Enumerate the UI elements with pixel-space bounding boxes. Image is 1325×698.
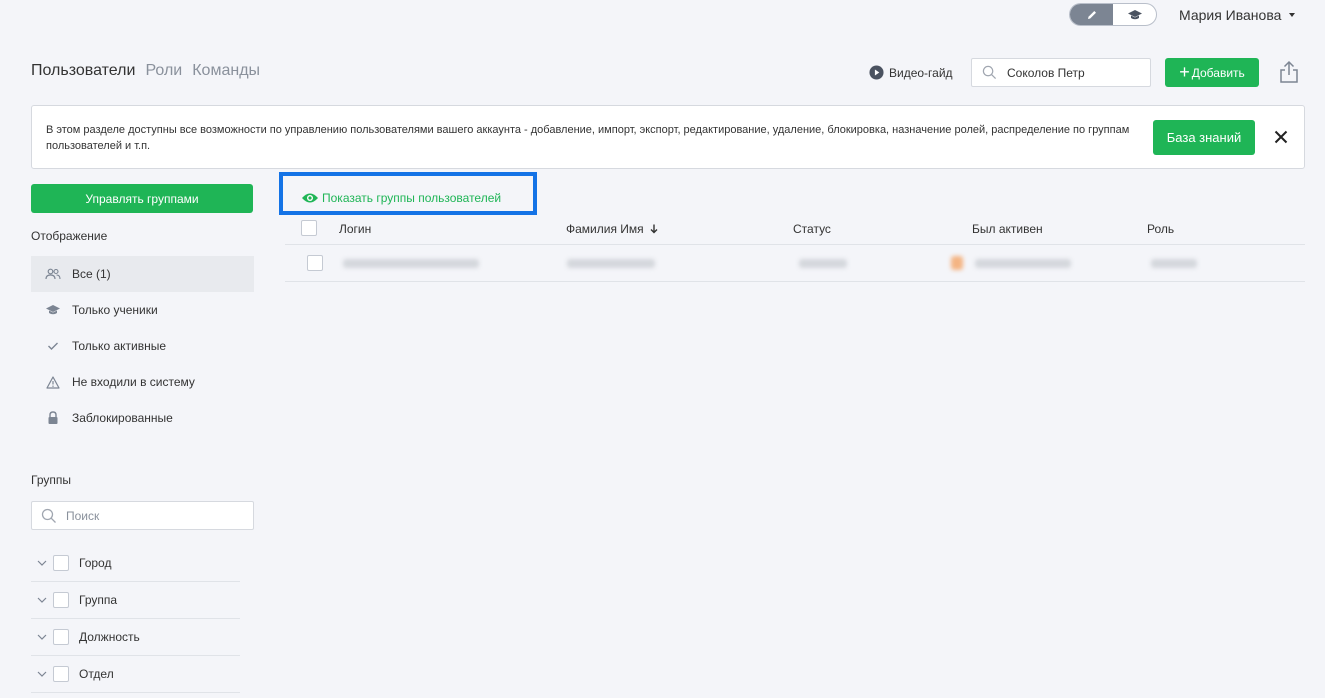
redacted-avatar	[951, 256, 963, 270]
play-icon	[869, 65, 884, 80]
warning-icon	[45, 375, 61, 389]
groups-title: Группы	[31, 473, 71, 487]
filter-blocked-label: Заблокированные	[72, 411, 173, 425]
table-row[interactable]	[285, 245, 1305, 282]
filter-never-logged[interactable]: Не входили в систему	[31, 364, 254, 400]
search-icon	[41, 508, 56, 523]
redacted-last-active	[975, 259, 1071, 268]
filter-all[interactable]: Все (1)	[31, 256, 254, 292]
knowledge-base-button[interactable]: База знаний	[1153, 120, 1255, 155]
users-icon	[45, 268, 61, 280]
graduation-cap-icon	[1127, 9, 1142, 19]
mode-learn-button[interactable]	[1113, 4, 1156, 25]
close-icon	[1274, 130, 1288, 144]
groups-search-input[interactable]: Поиск	[31, 501, 254, 530]
section-tabs: Пользователи Роли Команды	[31, 62, 260, 80]
show-groups-label: Показать группы пользователей	[322, 191, 502, 205]
arrow-down-icon	[650, 224, 658, 234]
lock-icon	[45, 411, 61, 425]
share-icon	[1280, 60, 1298, 83]
users-table-header: Логин Фамилия Имя Статус Был активен Рол…	[285, 212, 1305, 245]
manage-groups-button[interactable]: Управлять группами	[31, 184, 253, 213]
video-guide-link[interactable]: Видео-гайд	[869, 65, 953, 80]
tab-users[interactable]: Пользователи	[31, 62, 135, 80]
group-checkbox[interactable]	[53, 629, 69, 645]
column-name[interactable]: Фамилия Имя	[566, 222, 658, 236]
close-banner-button[interactable]	[1274, 130, 1288, 147]
show-groups-toggle[interactable]: Показать группы пользователей	[301, 191, 501, 205]
group-item-department[interactable]: Отдел	[31, 656, 240, 693]
user-search-value: Соколов Петр	[1007, 65, 1085, 80]
tab-teams[interactable]: Команды	[192, 62, 260, 80]
select-all-checkbox[interactable]	[301, 220, 317, 236]
info-banner: В этом разделе доступны все возможности …	[31, 105, 1305, 169]
display-title: Отображение	[31, 229, 108, 243]
check-icon	[45, 341, 61, 351]
filter-students-label: Только ученики	[72, 303, 158, 317]
eye-icon	[302, 193, 318, 203]
group-checkbox[interactable]	[53, 666, 69, 682]
group-item-label: Город	[79, 556, 112, 570]
user-menu[interactable]: Мария Иванова	[1179, 7, 1296, 23]
column-login[interactable]: Логин	[339, 222, 371, 236]
user-search-input[interactable]: Соколов Петр	[971, 58, 1151, 87]
redacted-role	[1151, 259, 1197, 268]
add-user-label: Добавить	[1191, 65, 1245, 80]
filter-active[interactable]: Только активные	[31, 328, 254, 364]
group-checkbox[interactable]	[53, 555, 69, 571]
add-user-button[interactable]: + Добавить	[1165, 58, 1259, 87]
pencil-icon	[1087, 10, 1096, 19]
export-button[interactable]	[1278, 60, 1300, 87]
filter-students[interactable]: Только ученики	[31, 292, 254, 328]
filter-all-label: Все (1)	[72, 267, 111, 281]
group-item-label: Должность	[79, 630, 140, 644]
show-groups-highlight: Показать группы пользователей	[279, 172, 537, 215]
chevron-down-icon[interactable]	[37, 671, 47, 677]
redacted-login	[343, 259, 479, 268]
chevron-down-icon	[1289, 13, 1296, 17]
user-name: Мария Иванова	[1179, 7, 1282, 23]
column-name-label: Фамилия Имя	[566, 222, 644, 236]
groups-list: Город Группа Должность Отдел	[31, 545, 240, 693]
chevron-down-icon[interactable]	[37, 597, 47, 603]
search-icon	[982, 65, 997, 80]
redacted-status	[799, 259, 847, 268]
group-item-label: Группа	[79, 593, 118, 607]
chevron-down-icon[interactable]	[37, 560, 47, 566]
mode-edit-button[interactable]	[1070, 4, 1113, 25]
video-guide-label: Видео-гайд	[889, 65, 953, 80]
group-item-label: Отдел	[79, 667, 114, 681]
groups-search-placeholder: Поиск	[66, 508, 100, 523]
tab-roles[interactable]: Роли	[145, 62, 182, 80]
plus-icon: +	[1179, 61, 1190, 82]
column-last-active[interactable]: Был активен	[972, 222, 1043, 236]
filter-active-label: Только активные	[72, 339, 167, 353]
group-item-city[interactable]: Город	[31, 545, 240, 582]
info-banner-text: В этом разделе доступны все возможности …	[46, 124, 1130, 152]
group-item-position[interactable]: Должность	[31, 619, 240, 656]
filter-blocked[interactable]: Заблокированные	[31, 400, 254, 436]
filter-never-logged-label: Не входили в систему	[72, 375, 195, 389]
graduation-cap-icon	[45, 304, 61, 316]
redacted-name	[567, 259, 655, 268]
mode-toggle[interactable]	[1069, 3, 1157, 26]
group-item-group[interactable]: Группа	[31, 582, 240, 619]
column-role[interactable]: Роль	[1147, 222, 1174, 236]
display-filter-list: Все (1) Только ученики Только активные Н…	[31, 256, 254, 436]
column-status[interactable]: Статус	[793, 222, 831, 236]
group-checkbox[interactable]	[53, 592, 69, 608]
chevron-down-icon[interactable]	[37, 634, 47, 640]
row-checkbox[interactable]	[307, 255, 323, 271]
